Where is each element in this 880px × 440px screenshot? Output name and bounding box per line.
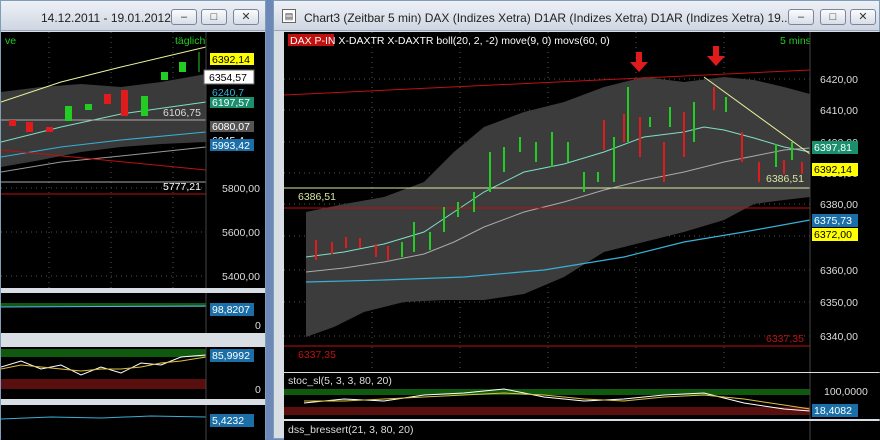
left-indicator-2[interactable]: 85,9992 0 — [1, 347, 265, 399]
right-last-price: 6392,14 — [814, 164, 852, 176]
left-cursor-price: 6354,57 — [209, 72, 247, 84]
stochastic-pane[interactable]: stoc_sl(5, 3, 3, 80, 20) 100,0000 18,408… — [284, 373, 880, 419]
maximize-button[interactable]: □ — [201, 9, 227, 25]
minimize-button[interactable]: – — [788, 9, 814, 25]
support-label-left: 6386,51 — [298, 191, 336, 203]
close-button[interactable]: ✕ — [233, 9, 259, 25]
left-interval-label: täglich — [175, 35, 206, 47]
chart-app-icon: ▤ — [282, 9, 296, 23]
right-price-pane[interactable]: DAX P-IN X-DAXTR X-DAXTR boll(20, 2, -2)… — [284, 32, 880, 372]
right-tick-6380: 6380,00 — [820, 199, 858, 211]
left-level-b: 6197,57 — [212, 97, 250, 109]
right-tick-6360: 6360,00 — [820, 265, 858, 277]
dss-pane[interactable]: dss_bressert(21, 3, 80, 20) — [284, 421, 880, 440]
left-ind2-value: 85,9992 — [212, 350, 250, 362]
left-last-price: 6392,14 — [212, 54, 250, 66]
right-ma60-price: 6375,73 — [814, 215, 852, 227]
right-lower-price: 6372,00 — [814, 229, 852, 241]
support-label-right: 6386,51 — [766, 173, 804, 185]
maximize-button[interactable]: □ — [820, 9, 846, 25]
left-level-g: 5777,21 — [163, 181, 201, 193]
stoch-max: 100,0000 — [824, 386, 868, 398]
left-level-c: 6106,75 — [163, 107, 201, 119]
right-tick-6410: 6410,00 — [820, 105, 858, 117]
right-interval-label: 5 mins — [780, 35, 811, 47]
left-title-bar[interactable]: 14.12.2011 - 19.01.2012 – □ ✕ — [1, 1, 265, 31]
right-tick-6350: 6350,00 — [820, 297, 858, 309]
left-level-f: 5993,42 — [212, 140, 250, 152]
left-price-pane[interactable]: ve täglich 6106,75 5777,21 6392,14 6354,… — [1, 32, 265, 288]
left-chart-window[interactable]: 14.12.2011 - 19.01.2012 – □ ✕ ve täglich… — [0, 0, 266, 440]
right-window-title: Chart3 (Zeitbar 5 min) DAX (Indizes Xetr… — [304, 11, 790, 25]
left-tick-5600: 5600,00 — [222, 227, 260, 239]
minimize-button[interactable]: – — [171, 9, 197, 25]
left-tick-5400: 5400,00 — [222, 271, 260, 283]
low-label-right: 6337,35 — [766, 333, 804, 345]
left-top-label: ve — [5, 35, 16, 47]
left-ind1-zero: 0 — [255, 320, 261, 332]
right-chart-window[interactable]: ▤ Chart3 (Zeitbar 5 min) DAX (Indizes Xe… — [273, 0, 880, 440]
left-ind2-zero: 0 — [255, 384, 261, 396]
stoch-value: 18,4082 — [814, 405, 852, 417]
right-tick-6420: 6420,00 — [820, 74, 858, 86]
signal-arrows — [630, 46, 725, 72]
left-price-chart: ve täglich 6106,75 5777,21 6392,14 6354,… — [1, 32, 265, 288]
left-level-d: 6080,07 — [212, 121, 250, 133]
left-ind3-value: 5,4232 — [212, 415, 244, 427]
stoch-header: stoc_sl(5, 3, 3, 80, 20) — [288, 375, 392, 387]
right-price-chart: DAX P-IN X-DAXTR X-DAXTR boll(20, 2, -2)… — [284, 32, 880, 372]
left-ind1-value: 98,8207 — [212, 304, 250, 316]
right-tick-6340: 6340,00 — [820, 331, 858, 343]
right-title-bar[interactable]: ▤ Chart3 (Zeitbar 5 min) DAX (Indizes Xe… — [274, 1, 879, 31]
dss-header: dss_bressert(21, 3, 80, 20) — [288, 424, 413, 436]
right-upper-band-price: 6397,81 — [814, 142, 852, 154]
left-window-title: 14.12.2011 - 19.01.2012 — [41, 11, 171, 25]
low-label-left: 6337,35 — [298, 349, 336, 361]
left-tick-5800: 5800,00 — [222, 183, 260, 195]
arrow-down-icon-2 — [707, 46, 725, 66]
close-button[interactable]: ✕ — [850, 9, 876, 25]
right-chart-header: DAX P-IN X-DAXTR X-DAXTR boll(20, 2, -2)… — [290, 35, 610, 47]
left-indicator-1[interactable]: 98,8207 0 — [1, 293, 265, 333]
left-indicator-3[interactable]: 5,4232 — [1, 405, 265, 440]
arrow-down-icon-1 — [630, 52, 648, 72]
